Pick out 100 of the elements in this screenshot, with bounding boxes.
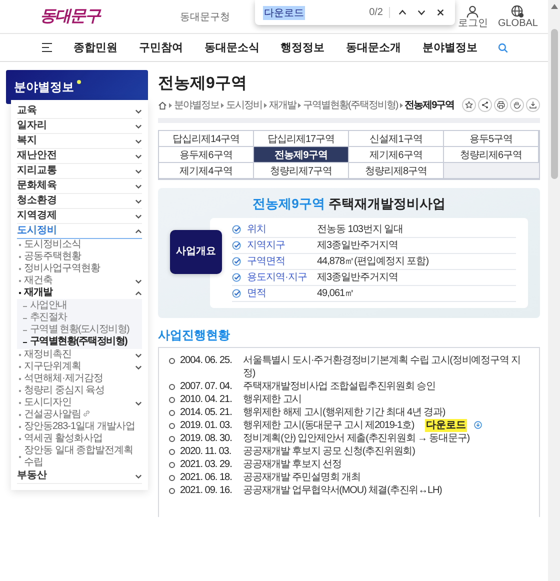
breadcrumb-link[interactable]: 재개발 [269,98,296,112]
sidebar-item[interactable]: 부동산 [17,469,142,484]
bullet-icon [169,384,175,390]
sidebar-subitem[interactable]: 석면해체·제거감정 [17,373,142,385]
sidebar-item[interactable]: 교육 [17,104,142,119]
scroll-up-icon[interactable] [550,4,558,9]
district-tab[interactable]: 용두5구역 [444,131,539,147]
sidebar-item[interactable]: 지리교통 [17,164,142,179]
sidebar-subitem[interactable]: 도시정비소식 [17,239,142,251]
global-button[interactable]: GLOBAL [498,4,538,28]
event-date: 2021. 06. 18. [180,471,233,484]
chevron-down-icon [135,474,142,478]
bullet-icon [169,436,175,442]
sidebar-subitem[interactable]: 추진절차 [23,312,142,324]
share-icon [481,101,489,109]
nav-item[interactable]: 분야별정보 [422,40,478,55]
section-title: 사업진행현황 [158,328,231,343]
find-query[interactable]: 다운로드 [263,6,305,20]
district-tab[interactable]: 제기제6구역 [349,147,444,163]
bullet-icon [169,397,175,403]
download-icon[interactable] [474,421,482,429]
breadcrumb-separator-icon [298,102,301,108]
sidebar-subitem[interactable]: 재정비촉진 [17,349,142,361]
sidebar-title: 분야별정보 [14,80,74,94]
nav-item[interactable]: 구민참여 [138,40,183,55]
breadcrumb-link[interactable]: 분야별정보 [174,98,219,112]
field-label: 면적 [247,287,267,300]
check-icon [232,241,241,250]
chevron-down-icon [135,184,142,188]
download-button[interactable] [526,98,540,112]
print-button[interactable] [494,98,508,112]
print-icon [497,101,505,109]
sidebar-item[interactable]: 도시정비 [17,224,142,239]
event-text: 서울특별시 도시·주거환경정비기본계획 수립 고시(정비예정구역 지정) [243,354,522,380]
login-button[interactable]: 로그인 [458,4,488,28]
district-tab[interactable]: 전농제9구역 [254,147,349,163]
event-text: 주택재개발정비사업 조합설립추진위원회 승인 [243,380,436,393]
district-tab[interactable]: 답십리제14구역 [159,131,254,147]
event-date: 2014. 05. 21. [180,406,233,419]
sidebar-item[interactable]: 재난안전 [17,149,142,164]
sidebar-subitem[interactable]: 역세권 활성화사업 [17,433,142,445]
district-tab[interactable]: 용두제6구역 [159,147,254,163]
sidebar-subitem[interactable]: 건설공사알림 [17,409,142,421]
breadcrumb-link[interactable]: 구역별현황(주택정비형) [303,98,398,112]
nav-item[interactable]: 동대문소개 [346,40,401,55]
sidebar-subitem[interactable]: 구역별현황(주택정비형) [23,336,142,348]
download-link[interactable]: 다운로드 [425,419,468,432]
field-value: 44,878㎡(편입예정지 포함) [317,255,429,268]
field-label: 용도지역·지구 [247,271,308,284]
district-tab[interactable]: 제기제4구역 [159,163,254,179]
district-tab[interactable]: 청량리제6구역 [444,147,539,163]
sidebar-item[interactable]: 청소환경 [17,194,142,209]
sidebar-item[interactable]: 복지 [17,134,142,149]
menu-button[interactable] [42,43,53,52]
logo[interactable]: 동대문구 [40,6,100,27]
sidebar-subitem[interactable]: 지구단위계획 [17,361,142,373]
sidebar-subitem[interactable]: 공동주택현황 [17,251,142,263]
sidebar-item[interactable]: 문화체육 [17,179,142,194]
sidebar-subitem[interactable]: 장안동283-1일대 개발사업 [17,421,142,433]
sidebar-item[interactable]: 지역경제 [17,209,142,224]
sidebar-subitem[interactable]: 재건축 [17,275,142,287]
search-button[interactable] [498,42,508,52]
office-link[interactable]: 동대문구청 [180,10,230,24]
sidebar-subitem[interactable]: 도시디자인 [17,397,142,409]
share-button[interactable] [478,98,492,112]
sidebar-subitem[interactable]: 정비사업구역현황 [17,263,142,275]
event-text: 행위제한 고시 [243,393,302,406]
bullet-icon [169,410,175,416]
overview-badge: 사업개요 [170,230,222,274]
check-icon [232,273,241,282]
sidebar-subitem[interactable]: 청량리 중심지 육성 [17,385,142,397]
hand-button[interactable] [510,98,524,112]
nav-item[interactable]: 행정정보 [280,40,325,55]
breadcrumb-link[interactable]: 전농제9구역 [404,98,454,112]
district-tab[interactable]: 신설제1구역 [349,131,444,147]
event-date: 2010. 04. 21. [180,393,233,406]
chevron-down-icon [135,138,142,144]
district-tab[interactable]: 답십리제17구역 [254,131,349,147]
nav-item[interactable]: 종합민원 [74,40,118,55]
breadcrumb-link[interactable]: 도시정비 [226,98,262,112]
sidebar-subitem[interactable]: 구역별 현황(도시정비형) [23,324,142,336]
event-text: 공공재개발 주민설명회 개최 [243,471,360,484]
field-value: 제3종일반주거지역 [317,271,398,284]
bullet-icon [169,449,175,455]
link-icon [83,410,90,417]
favorite-button[interactable] [462,98,476,112]
scrollbar-thumb[interactable] [550,29,558,179]
chevron-down-icon [135,198,142,204]
scrollbar[interactable] [548,0,560,581]
sidebar-subitem[interactable]: 재개발 [17,287,142,299]
chevron-down-icon [135,168,142,174]
sidebar-subitem[interactable]: 장안동 일대 종합발전계획 수립 [17,445,142,469]
district-tab[interactable]: 청량리제8구역 [349,163,444,179]
sidebar-subitem[interactable]: 사업안내 [23,300,142,312]
district-tab[interactable]: 청량리제7구역 [254,163,349,179]
sidebar-item[interactable]: 일자리 [17,119,142,134]
chevron-down-icon [135,124,142,128]
nav-item[interactable]: 동대문소식 [204,40,260,55]
home-icon[interactable] [158,100,167,110]
event-text: 공공재개발 후보지 선정 [243,458,342,471]
